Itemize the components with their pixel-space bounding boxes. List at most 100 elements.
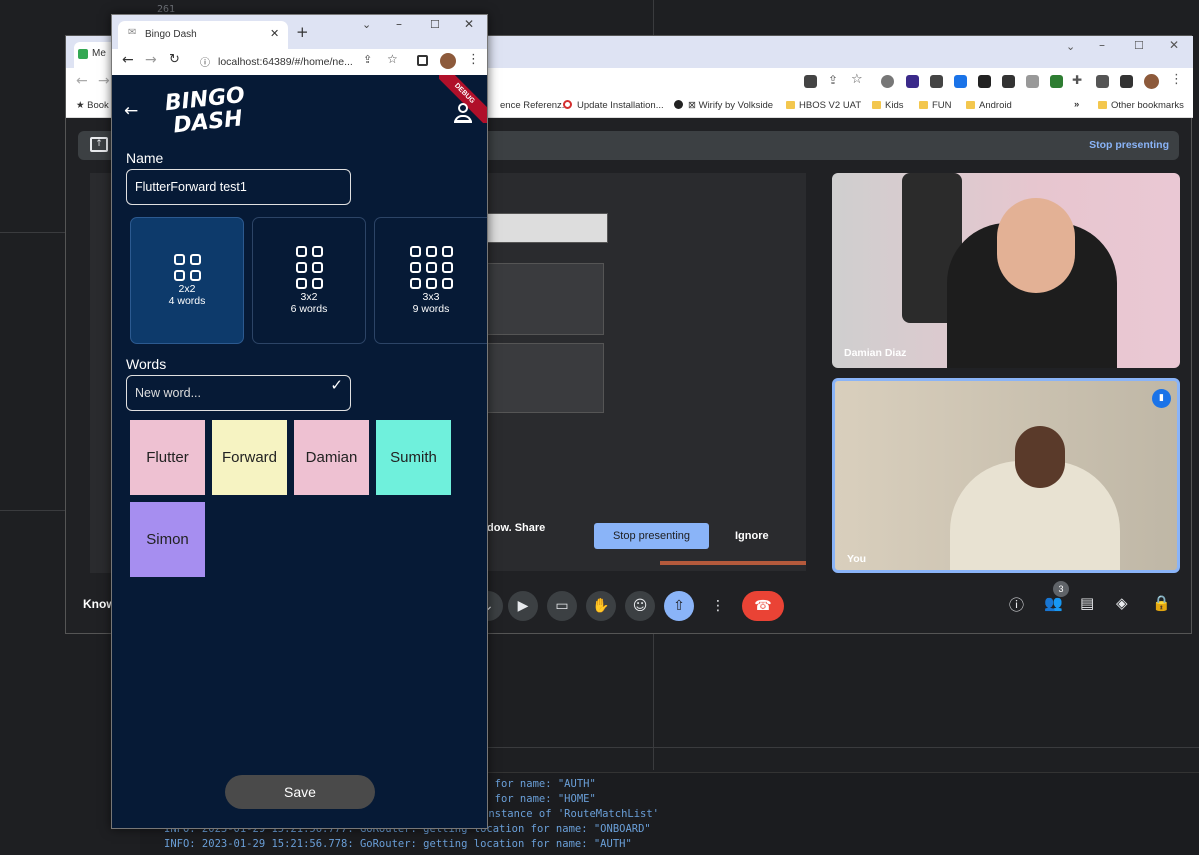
participant-tile[interactable]: Damian Diaz [832, 173, 1180, 368]
close-window-icon[interactable]: ✕ [464, 17, 474, 31]
bingo-dash-logo: BINGO DASH [163, 82, 247, 139]
bookmark-item[interactable]: ence Referenz... [500, 100, 570, 111]
ignore-button[interactable]: Ignore [735, 530, 769, 542]
bingo-title-bar: ✉ Bingo Dash ✕ + ⌄ – ☐ ✕ [112, 15, 487, 49]
more-options-button[interactable]: ⋮ [703, 591, 733, 621]
new-word-placeholder: New word... [135, 386, 201, 400]
extension-icon[interactable] [1002, 75, 1015, 88]
extension-icon[interactable] [930, 75, 943, 88]
word-tile[interactable]: Sumith [376, 420, 451, 495]
ide-divider [0, 510, 65, 511]
bookmark-item[interactable]: ★ Book [76, 100, 109, 111]
check-icon[interactable]: ✓ [330, 376, 343, 394]
close-tab-icon[interactable]: ✕ [270, 27, 279, 40]
profile-icon[interactable] [454, 103, 472, 123]
avatar[interactable] [440, 53, 456, 69]
word-tile[interactable]: Flutter [130, 420, 205, 495]
back-icon[interactable]: ← [122, 52, 134, 68]
shared-screen-sidebar [90, 173, 112, 573]
name-input[interactable]: FlutterForward test1 [126, 169, 351, 205]
close-icon[interactable]: ✕ [1169, 38, 1179, 52]
minimize-icon[interactable]: – [1099, 38, 1105, 52]
activities-icon[interactable]: ◈ [1116, 594, 1128, 612]
present-button[interactable]: ⇧ [664, 591, 694, 621]
bookmark-star-icon[interactable]: ☆ [387, 52, 398, 66]
emoji-button[interactable]: ☺ [625, 591, 655, 621]
preview-window [486, 213, 608, 243]
bookmark-item[interactable]: Update Installation... [563, 100, 664, 111]
bingo-tab-title: Bingo Dash [145, 29, 197, 40]
back-arrow-icon[interactable]: ← [124, 101, 138, 121]
people-count-badge: 3 [1053, 581, 1069, 597]
stop-presenting-button[interactable]: Stop presenting [594, 523, 709, 549]
bingo-tab[interactable]: ✉ Bingo Dash ✕ [118, 21, 288, 49]
grid-2x2-icon [173, 254, 201, 281]
console-line: n for name: "HOME" [482, 793, 596, 805]
back-icon[interactable]: ← [76, 73, 88, 89]
minimize-icon[interactable]: – [396, 17, 402, 31]
tab-search-icon[interactable]: ⌄ [362, 18, 371, 31]
maximize-icon[interactable]: ☐ [1134, 39, 1144, 52]
chat-icon[interactable]: ▤ [1080, 594, 1094, 612]
menu-dots-icon[interactable]: ⋮ [1170, 72, 1183, 87]
forward-icon[interactable]: → [98, 73, 110, 89]
extension-icon[interactable] [978, 75, 991, 88]
bookmark-folder[interactable]: Kids [872, 100, 903, 111]
side-panel-icon[interactable] [1120, 75, 1133, 88]
menu-dots-icon[interactable]: ⋮ [467, 52, 480, 67]
stop-presenting-link[interactable]: Stop presenting [1089, 139, 1169, 151]
participant-face [997, 198, 1075, 293]
extension-icon[interactable] [1050, 75, 1063, 88]
grid-option-3x3[interactable]: 3x3 9 words [374, 217, 487, 344]
grid-option-3x2[interactable]: 3x2 6 words [252, 217, 366, 344]
ide-divider [488, 747, 1199, 748]
new-tab-icon[interactable]: + [296, 23, 309, 41]
word-tile[interactable]: Damian [294, 420, 369, 495]
extension-icon[interactable] [906, 75, 919, 88]
url-field[interactable]: localhost:64389/#/home/ne... [218, 56, 353, 68]
host-controls-icon[interactable]: 🔒 [1152, 594, 1171, 612]
bookmark-folder[interactable]: FUN [919, 100, 952, 111]
reading-list-icon[interactable] [1096, 75, 1109, 88]
captions-button[interactable]: ▭ [547, 591, 577, 621]
puzzle-icon[interactable]: ✚ [1072, 73, 1082, 87]
share-this-tab-text: dow. Share [487, 522, 546, 534]
info-icon[interactable]: ⓘ [1009, 594, 1024, 615]
word-tile[interactable]: Forward [212, 420, 287, 495]
save-button[interactable]: Save [225, 775, 375, 809]
site-info-icon[interactable]: ⓘ [200, 54, 210, 69]
end-call-button[interactable]: ☎ [742, 591, 784, 621]
participant-tile-active[interactable]: ▮ You [832, 378, 1180, 573]
share-icon[interactable]: ⇪ [363, 53, 372, 66]
camera-button[interactable]: ▶ [508, 591, 538, 621]
shared-screen-preview [476, 173, 806, 571]
bookmark-star-icon[interactable]: ☆ [851, 72, 863, 87]
bookmark-folder[interactable]: Other bookmarks [1098, 100, 1184, 111]
camera-ext-icon[interactable] [804, 75, 817, 88]
meet-favicon-icon [78, 49, 88, 59]
grid-size-label: 3x3 [422, 291, 440, 303]
maximize-icon[interactable]: ☐ [430, 18, 440, 31]
grid-words-label: 6 words [290, 303, 328, 315]
tab-search-icon[interactable]: ⌄ [1066, 40, 1075, 53]
word-tile[interactable]: Simon [130, 502, 205, 577]
bookmarks-overflow-icon[interactable]: » [1074, 99, 1079, 110]
bookmark-item[interactable]: ⊠ Wirify by Volkside [674, 100, 773, 111]
avatar[interactable] [1144, 74, 1159, 89]
bingo-app: DEBUG ← BINGO DASH Name FlutterForward t… [112, 75, 487, 828]
preview-progress [660, 561, 806, 565]
share-icon[interactable]: ⇪ [828, 73, 838, 87]
new-word-input[interactable]: New word... ✓ [126, 375, 351, 411]
extension-icon[interactable] [1026, 75, 1039, 88]
reload-icon[interactable]: ↻ [169, 52, 180, 67]
bookmark-folder[interactable]: HBOS V2 UAT [786, 100, 861, 111]
forward-icon[interactable]: → [145, 52, 157, 68]
raise-hand-button[interactable]: ✋ [586, 591, 616, 621]
grid-option-2x2[interactable]: 2x2 4 words [130, 217, 244, 344]
console-line: INFO: 2023-01-29 15:21:56.778: GoRouter:… [164, 838, 632, 850]
bookmark-folder[interactable]: Android [966, 100, 1012, 111]
extension-icon[interactable] [881, 75, 894, 88]
grid-size-label: 3x2 [300, 291, 318, 303]
side-panel-icon[interactable] [417, 55, 428, 66]
extension-icon[interactable] [954, 75, 967, 88]
